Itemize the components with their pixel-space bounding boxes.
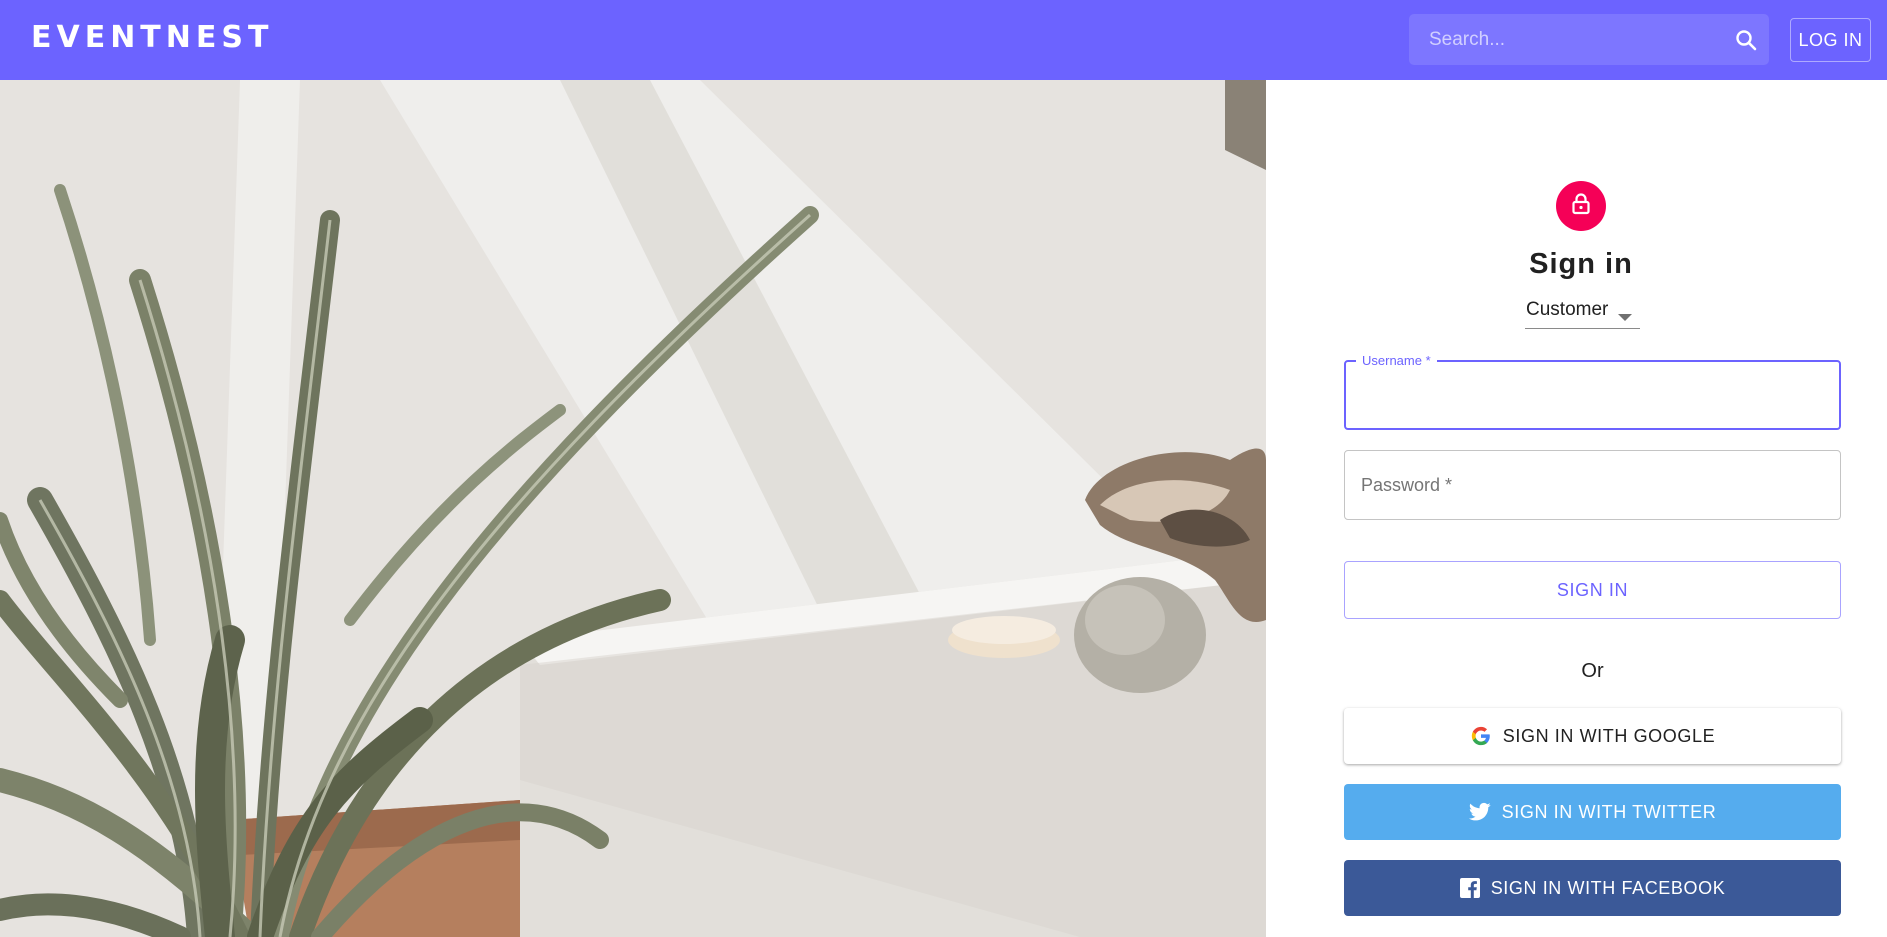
username-field[interactable]: Username * — [1344, 353, 1841, 430]
search-icon[interactable] — [1723, 14, 1769, 65]
twitter-button-label: SIGN IN WITH TWITTER — [1501, 801, 1717, 822]
username-label: Username * — [1356, 353, 1437, 368]
hero-illustration — [0, 80, 1266, 937]
google-icon — [1470, 725, 1492, 747]
sign-in-button[interactable]: SIGN IN — [1344, 561, 1841, 619]
google-button-label: SIGN IN WITH GOOGLE — [1502, 725, 1716, 746]
search-box[interactable] — [1409, 14, 1769, 65]
app-bar: EVENTNEST LOG IN — [0, 0, 1887, 80]
page-title: Sign in — [1529, 248, 1633, 280]
role-select-value: Customer — [1526, 299, 1609, 320]
facebook-sign-in-button[interactable]: SIGN IN WITH FACEBOOK — [1344, 860, 1841, 916]
brand-logo[interactable]: EVENTNEST — [31, 20, 273, 55]
google-sign-in-button[interactable]: SIGN IN WITH GOOGLE — [1344, 708, 1841, 764]
facebook-icon — [1459, 878, 1480, 898]
signin-panel: Sign in Customer Username * SIGN IN Or S… — [1266, 80, 1887, 937]
login-button[interactable]: LOG IN — [1790, 18, 1871, 62]
search-input[interactable] — [1409, 14, 1723, 65]
username-input[interactable] — [1346, 362, 1839, 428]
lock-avatar — [1556, 181, 1606, 231]
lock-icon — [1569, 192, 1593, 221]
password-field[interactable] — [1344, 450, 1841, 520]
hero-image — [0, 80, 1266, 937]
or-divider: Or — [1581, 660, 1604, 682]
twitter-sign-in-button[interactable]: SIGN IN WITH TWITTER — [1344, 784, 1841, 840]
caret-down-icon — [1618, 309, 1632, 327]
password-input[interactable] — [1345, 451, 1840, 519]
twitter-icon — [1468, 802, 1491, 822]
role-select[interactable]: Customer — [1525, 292, 1640, 329]
facebook-button-label: SIGN IN WITH FACEBOOK — [1490, 877, 1726, 898]
